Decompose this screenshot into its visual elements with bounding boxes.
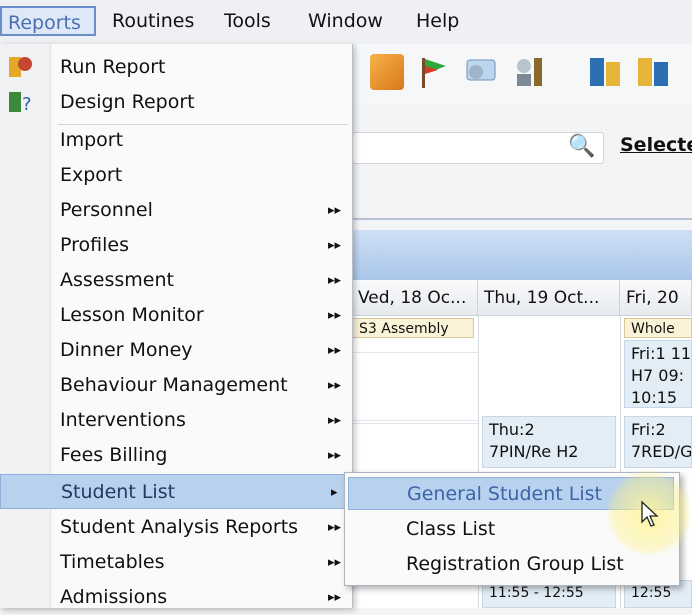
reports-menu: Run Report ? Design Report Import Export…	[0, 44, 353, 608]
panel-divider	[352, 218, 692, 220]
submenu-arrow-icon: ▸▸	[328, 203, 342, 218]
menu-tools[interactable]: Tools	[218, 6, 277, 36]
submenu-item-label: Registration Group List	[406, 553, 624, 575]
menu-item-lesson-monitor[interactable]: Lesson Monitor ▸▸	[0, 298, 352, 333]
column-header[interactable]: Ved, 18 Oc...	[352, 280, 478, 316]
toolbar	[352, 44, 692, 104]
submenu-item-label: General Student List	[407, 483, 602, 505]
lesson-slot[interactable]: Fri:2 7RED/G	[624, 416, 692, 468]
menu-item-label: Student Analysis Reports	[60, 516, 299, 538]
menu-reports[interactable]: Reports	[0, 6, 96, 36]
submenu-item-label: Class List	[406, 518, 496, 540]
menu-item-student-list[interactable]: Student List ▸	[0, 474, 352, 509]
grid-cell	[352, 352, 478, 424]
menu-item-label: Export	[60, 164, 123, 186]
search-icon[interactable]: 🔍	[568, 134, 595, 159]
menu-item-label: Student List	[61, 481, 176, 503]
submenu-arrow-icon: ▸	[331, 485, 338, 500]
menu-item-label: Fees Billing	[60, 444, 168, 466]
event-chip[interactable]: S3 Assembly	[352, 318, 474, 338]
menu-item-admissions[interactable]: Admissions ▸▸	[0, 580, 352, 615]
menu-item-label: Design Report	[60, 91, 195, 113]
submenu-arrow-icon: ▸▸	[328, 413, 342, 428]
menu-routines[interactable]: Routines	[106, 6, 200, 36]
menu-item-label: Personnel	[60, 199, 153, 221]
calendar-header-bar	[352, 230, 692, 280]
submenu-arrow-icon: ▸▸	[328, 238, 342, 253]
menu-item-fees-billing[interactable]: Fees Billing ▸▸	[0, 438, 352, 473]
column-header[interactable]: Thu, 19 Oct...	[478, 280, 620, 316]
submenu-arrow-icon: ▸▸	[328, 448, 342, 463]
menu-item-label: Admissions	[60, 586, 168, 608]
menu-window[interactable]: Window	[302, 6, 389, 36]
search-row: 🔍 Selecte	[352, 128, 692, 168]
mouse-pointer-icon	[640, 500, 660, 532]
submenu-item-registration-group-list[interactable]: Registration Group List	[348, 548, 674, 581]
lesson-slot[interactable]: Thu:2 7PIN/Re H2	[482, 416, 616, 468]
submenu-arrow-icon: ▸▸	[328, 343, 342, 358]
menu-item-label: Import	[60, 129, 124, 151]
menu-item-assessment[interactable]: Assessment ▸▸	[0, 263, 352, 298]
monitor-icon[interactable]	[464, 54, 498, 90]
menu-bar: Reports Routines Tools Window Help	[0, 0, 692, 45]
design-report-icon: ?	[8, 90, 34, 115]
menu-item-label: Interventions	[60, 409, 186, 431]
student-icon[interactable]	[636, 54, 670, 90]
search-input[interactable]	[352, 132, 604, 164]
svg-text:?: ?	[22, 94, 32, 114]
book-icon[interactable]	[370, 54, 404, 90]
menu-item-run-report[interactable]: Run Report	[0, 50, 352, 85]
submenu-arrow-icon: ▸▸	[328, 273, 342, 288]
menu-item-label: Assessment	[60, 269, 174, 291]
people-icon[interactable]	[512, 54, 546, 90]
select-link[interactable]: Selecte	[620, 134, 692, 156]
menu-item-label: Lesson Monitor	[60, 304, 204, 326]
menu-help[interactable]: Help	[410, 6, 465, 36]
submenu-arrow-icon: ▸▸	[328, 520, 342, 535]
submenu-arrow-icon: ▸▸	[328, 555, 342, 570]
menu-item-label: Behaviour Management	[60, 374, 288, 396]
menu-item-label: Run Report	[60, 56, 166, 78]
menu-item-design-report[interactable]: ? Design Report	[0, 85, 352, 120]
submenu-arrow-icon: ▸▸	[328, 378, 342, 393]
menu-item-label: Profiles	[60, 234, 129, 256]
menu-item-student-analysis-reports[interactable]: Student Analysis Reports ▸▸	[0, 510, 352, 545]
submenu-arrow-icon: ▸▸	[328, 308, 342, 323]
submenu-arrow-icon: ▸▸	[328, 590, 342, 605]
column-header[interactable]: Fri, 20	[620, 280, 692, 316]
menu-item-timetables[interactable]: Timetables ▸▸	[0, 545, 352, 580]
event-chip[interactable]: Whole	[624, 318, 692, 338]
menu-item-profiles[interactable]: Profiles ▸▸	[0, 228, 352, 263]
menu-item-label: Timetables	[60, 551, 165, 573]
menu-item-label: Dinner Money	[60, 339, 193, 361]
staff-icon[interactable]	[588, 54, 622, 90]
menu-item-dinner-money[interactable]: Dinner Money ▸▸	[0, 333, 352, 368]
menu-item-behaviour-management[interactable]: Behaviour Management ▸▸	[0, 368, 352, 403]
menu-item-interventions[interactable]: Interventions ▸▸	[0, 403, 352, 438]
menu-item-export[interactable]: Export	[0, 158, 352, 193]
menu-item-personnel[interactable]: Personnel ▸▸	[0, 193, 352, 228]
lesson-slot[interactable]: Fri:1 11 H7 09: 10:15	[624, 340, 692, 408]
run-report-icon	[8, 55, 34, 79]
flag-icon[interactable]	[416, 54, 450, 90]
menu-item-import[interactable]: Import	[0, 123, 352, 158]
